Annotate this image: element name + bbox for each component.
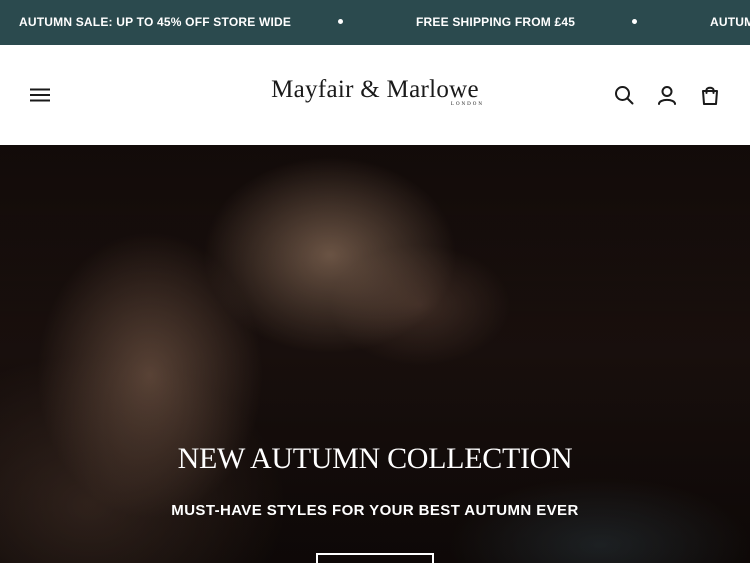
- announcement-message: AUTUMN SALE: UP TO 45% OFF STORE WIDE: [710, 15, 750, 29]
- separator-dot: [338, 19, 343, 24]
- logo-name: Mayfair & Marlowe: [271, 76, 479, 103]
- logo-subtitle: LONDON: [450, 102, 484, 107]
- announcement-message: AUTUMN SALE: UP TO 45% OFF STORE WIDE: [19, 15, 292, 29]
- search-icon[interactable]: [611, 82, 637, 108]
- hero-subtitle: MUST-HAVE STYLES FOR YOUR BEST AUTUMN EV…: [171, 502, 579, 519]
- announcement-message: FREE SHIPPING FROM £45: [416, 15, 576, 29]
- hero-cta-button[interactable]: [316, 553, 434, 563]
- announcement-bar: AUTUMN SALE: UP TO 45% OFF STORE WIDE FR…: [0, 0, 750, 45]
- account-icon[interactable]: [654, 82, 680, 108]
- hero-title: NEW AUTUMN COLLECTION: [177, 442, 573, 475]
- separator-dot: [632, 19, 637, 24]
- hero-overlay: [0, 145, 750, 563]
- site-logo[interactable]: Mayfair & Marlowe LONDON: [264, 77, 486, 113]
- site-header: Mayfair & Marlowe LONDON: [0, 45, 750, 145]
- cart-icon[interactable]: [697, 82, 723, 108]
- menu-icon[interactable]: [27, 82, 53, 108]
- hero-banner[interactable]: NEW AUTUMN COLLECTION MUST-HAVE STYLES F…: [0, 145, 750, 563]
